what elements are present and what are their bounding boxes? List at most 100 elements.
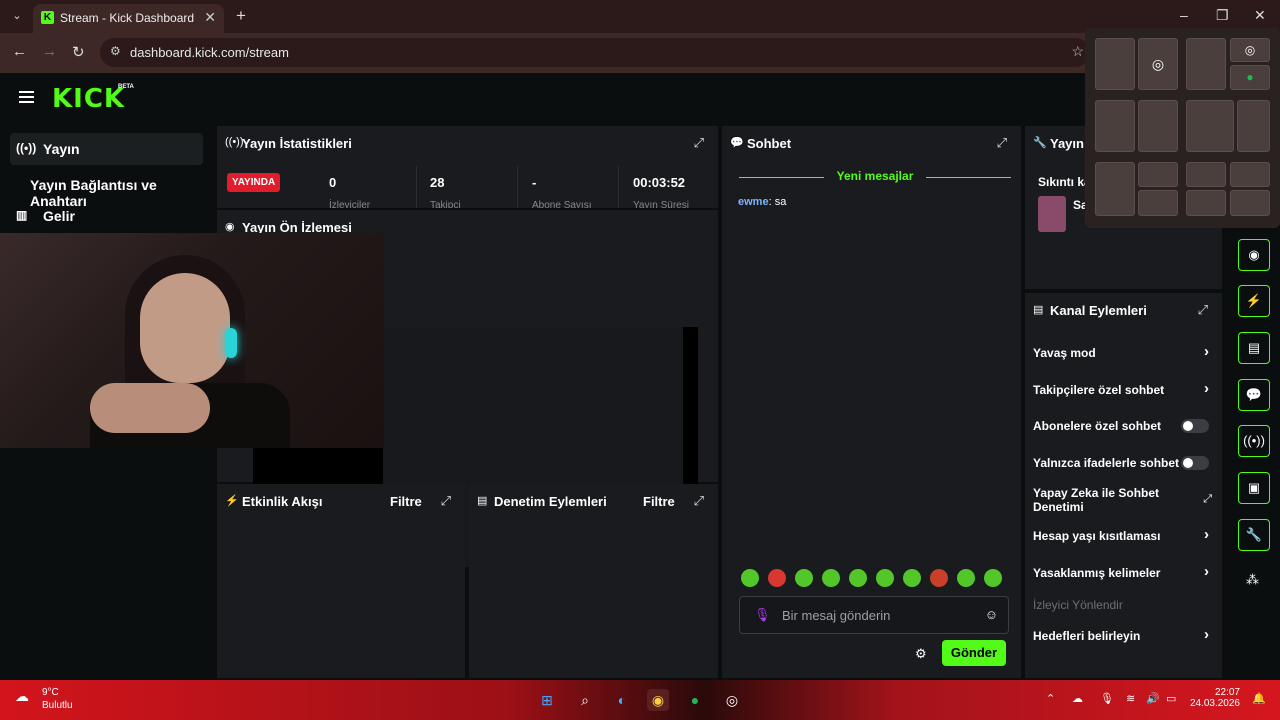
- lightning-icon: ⚡: [225, 495, 239, 507]
- maximize-icon[interactable]: ❐: [1216, 7, 1229, 24]
- rail-layout-icon[interactable]: ⁂: [1246, 572, 1259, 588]
- reload-icon[interactable]: ↻: [72, 43, 85, 61]
- emote-icon[interactable]: [795, 569, 813, 587]
- snap-zone[interactable]: [1230, 190, 1270, 216]
- close-window-icon[interactable]: ✕: [1254, 7, 1266, 24]
- rail-moderation-button[interactable]: ▤: [1238, 332, 1270, 364]
- snap-zone[interactable]: ◎: [1138, 38, 1178, 90]
- snap-zone[interactable]: [1186, 100, 1234, 152]
- sidebar-item-stream-key[interactable]: Yayın Bağlantısı ve Anahtarı: [10, 169, 203, 209]
- site-info-icon[interactable]: ⚙: [110, 44, 121, 58]
- chevron-right-icon: ›: [1204, 526, 1209, 543]
- spotify-icon[interactable]: ●: [684, 689, 706, 711]
- rail-wrench-button[interactable]: 🔧: [1238, 519, 1270, 551]
- slow-mode-row[interactable]: Yavaş mod ›: [1033, 343, 1215, 360]
- back-icon[interactable]: ←: [12, 43, 27, 60]
- windows-start-icon[interactable]: ⊞: [536, 689, 558, 711]
- goals-row[interactable]: Hedefleri belirleyin ›: [1033, 626, 1215, 643]
- filter-button[interactable]: Filtre: [643, 494, 675, 509]
- expand-icon[interactable]: ⤢: [694, 493, 704, 509]
- emote-icon[interactable]: [876, 569, 894, 587]
- expand-icon[interactable]: ⤢: [694, 135, 704, 151]
- tab-close-icon[interactable]: ✕: [204, 9, 216, 26]
- notification-icon[interactable]: 🔔: [1252, 692, 1266, 705]
- snap-zone[interactable]: [1230, 162, 1270, 187]
- snap-zone[interactable]: [1138, 190, 1178, 216]
- emote-icon[interactable]: [957, 569, 975, 587]
- clock-time: 22:07: [1214, 687, 1240, 698]
- chrome-icon[interactable]: ◉: [647, 689, 669, 711]
- emote-icon[interactable]: [741, 569, 759, 587]
- subscribers-only-toggle[interactable]: [1181, 419, 1209, 433]
- emote-icon[interactable]: [930, 569, 948, 587]
- snap-zone[interactable]: [1186, 38, 1226, 90]
- rail-chat-button[interactable]: 💬: [1238, 379, 1270, 411]
- volume-icon[interactable]: 🔊: [1146, 692, 1160, 705]
- tab-search-icon[interactable]: ⌄: [8, 7, 26, 25]
- tray-chevron-icon[interactable]: ⌃: [1046, 692, 1055, 705]
- snap-zone[interactable]: [1138, 162, 1178, 187]
- followers-only-row[interactable]: Takipçilere özel sohbet ›: [1033, 380, 1215, 397]
- sidebar-item-revenue[interactable]: ▥ Gelir: [10, 200, 203, 232]
- banned-words-row[interactable]: Yasaklanmış kelimeler ›: [1033, 563, 1215, 580]
- chat-message-input[interactable]: 🎙 Bir mesaj gönderin ☺: [739, 596, 1009, 634]
- search-icon[interactable]: ⌕: [574, 689, 596, 711]
- wifi-icon[interactable]: ≋: [1126, 692, 1135, 705]
- emote-icon[interactable]: [849, 569, 867, 587]
- url-input[interactable]: ⚙ dashboard.kick.com/stream ☆: [100, 38, 1090, 67]
- kick-logo[interactable]: KICK: [52, 84, 125, 114]
- battery-icon[interactable]: ▭: [1166, 692, 1176, 705]
- emoji-icon[interactable]: ☺: [985, 607, 998, 622]
- emote-icon[interactable]: [984, 569, 1002, 587]
- panel-title: Sohbet: [747, 136, 792, 151]
- snap-zone[interactable]: [1095, 100, 1135, 152]
- emote-icon[interactable]: [903, 569, 921, 587]
- expand-icon[interactable]: ⤢: [441, 493, 451, 509]
- stat-label: Takipçi: [430, 200, 461, 208]
- new-messages-divider[interactable]: Yeni mesajlar: [739, 169, 1011, 185]
- weather-temp: 9°C: [42, 687, 59, 698]
- sidebar-item-stream[interactable]: ((•)) Yayın: [10, 133, 203, 165]
- forward-icon[interactable]: →: [42, 43, 57, 60]
- chat-settings-icon[interactable]: ⚙: [915, 646, 927, 662]
- snap-zone[interactable]: ◎: [1230, 38, 1270, 62]
- ai-moderation-row[interactable]: Yapay Zeka ile Sohbet Denetimi: [1033, 486, 1183, 514]
- expand-icon[interactable]: ⤢: [997, 135, 1007, 151]
- snap-zone[interactable]: [1186, 162, 1226, 187]
- snap-zone[interactable]: [1237, 100, 1270, 152]
- bookmark-star-icon[interactable]: ☆: [1071, 43, 1084, 60]
- snap-zone[interactable]: [1095, 38, 1135, 90]
- snap-zone[interactable]: [1186, 190, 1226, 216]
- clock[interactable]: 22:07 24.03.2026: [1190, 687, 1240, 709]
- weather-cloud-icon[interactable]: ☁: [15, 688, 29, 705]
- minimize-icon[interactable]: –: [1180, 7, 1188, 23]
- send-button[interactable]: Gönder: [942, 640, 1006, 666]
- rail-broadcast-button[interactable]: ((•)): [1238, 425, 1270, 457]
- filter-button[interactable]: Filtre: [390, 494, 422, 509]
- rail-video-button[interactable]: ▣: [1238, 472, 1270, 504]
- url-text: dashboard.kick.com/stream: [130, 45, 289, 60]
- expand-icon[interactable]: ⤢: [1198, 302, 1208, 318]
- emote-icon[interactable]: [822, 569, 840, 587]
- chat-username[interactable]: ewme: [738, 196, 769, 208]
- snap-zone[interactable]: [1138, 100, 1178, 152]
- row-label: İzleyici Yönlendir: [1033, 598, 1123, 612]
- microphone-icon[interactable]: 🎙: [754, 607, 771, 623]
- wrench-icon: 🔧: [1033, 137, 1047, 149]
- edge-icon[interactable]: ◐: [611, 689, 633, 711]
- tray-app-icon[interactable]: ☁: [1072, 692, 1083, 705]
- microphone-tray-icon[interactable]: 🎙: [1100, 692, 1114, 705]
- browser-tab[interactable]: K Stream - Kick Dashboard ✕: [33, 4, 224, 33]
- obs-icon[interactable]: ◎: [721, 689, 743, 711]
- rail-activity-button[interactable]: ⚡: [1238, 285, 1270, 317]
- emotes-only-toggle[interactable]: [1181, 456, 1209, 470]
- menu-icon[interactable]: [19, 91, 34, 103]
- stat-subs: -: [532, 175, 537, 190]
- new-tab-icon[interactable]: +: [236, 6, 246, 26]
- external-link-icon[interactable]: ⤢: [1203, 493, 1212, 506]
- emote-icon[interactable]: [768, 569, 786, 587]
- snap-zone[interactable]: [1095, 162, 1135, 216]
- rail-preview-button[interactable]: ◉: [1238, 239, 1270, 271]
- account-age-row[interactable]: Hesap yaşı kısıtlaması ›: [1033, 526, 1215, 543]
- snap-zone[interactable]: ●: [1230, 65, 1270, 90]
